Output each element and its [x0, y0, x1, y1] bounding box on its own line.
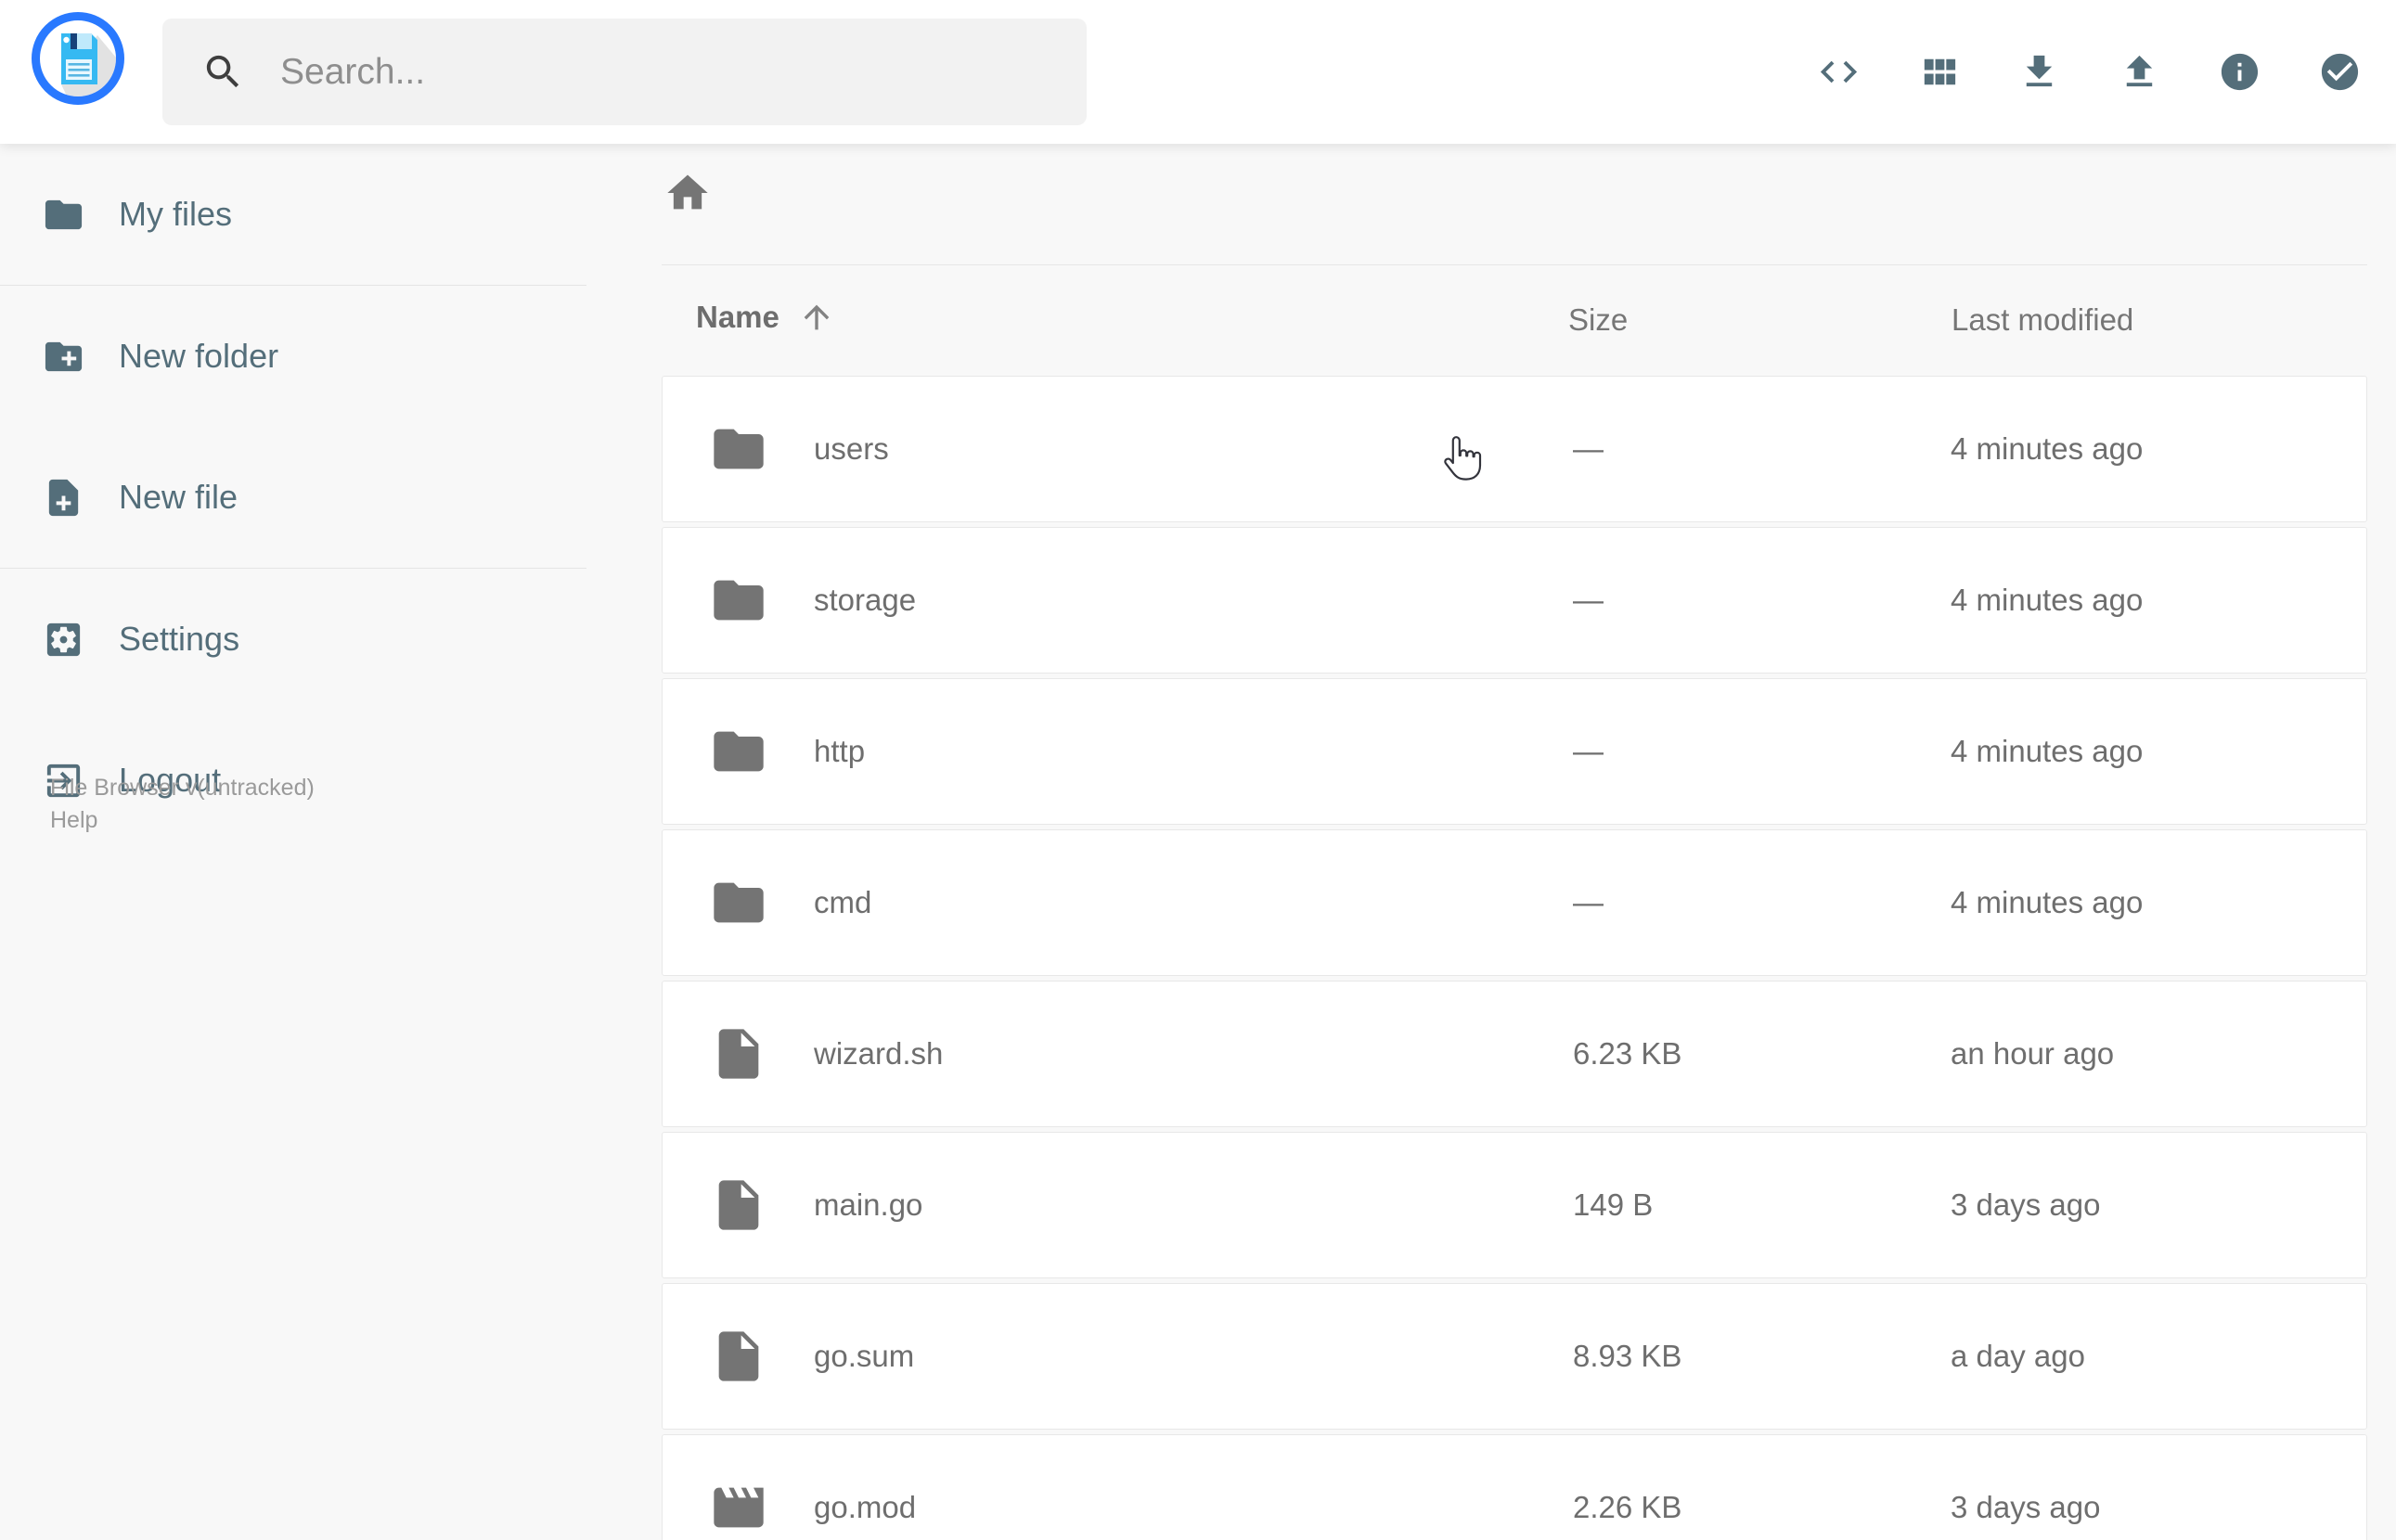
column-header-size[interactable]: Size	[1568, 302, 1628, 338]
create-new-folder-icon	[42, 335, 85, 379]
grid-icon	[1917, 50, 1961, 94]
sidebar-item-label: My files	[119, 195, 233, 233]
sidebar-item-label: New folder	[119, 337, 279, 375]
file-size: 149 B	[1573, 1187, 1654, 1222]
download-button[interactable]	[2008, 42, 2069, 103]
sidebar-item-new-folder[interactable]: New folder	[0, 286, 586, 427]
search-icon	[201, 50, 245, 94]
file-size: 6.23 KB	[1573, 1036, 1682, 1071]
file-modified: an hour ago	[1951, 1036, 2115, 1071]
help-link[interactable]: Help	[50, 804, 315, 837]
home-icon	[663, 169, 712, 217]
file-icon	[709, 1175, 768, 1235]
switch-view-button[interactable]	[1808, 42, 1869, 103]
sidebar-item-label: New file	[119, 478, 238, 516]
file-size: 2.26 KB	[1573, 1490, 1682, 1524]
sidebar-item-settings[interactable]: Settings	[0, 569, 586, 710]
file-modified: 4 minutes ago	[1951, 583, 2144, 617]
file-icon	[709, 1024, 768, 1084]
check-circle-icon	[2318, 50, 2362, 94]
code-icon	[1817, 50, 1861, 94]
folder-row[interactable]: storage — 4 minutes ago	[662, 527, 2367, 674]
file-browser-logo	[31, 11, 125, 106]
top-bar	[0, 0, 2396, 144]
sidebar-item-label: Settings	[119, 620, 240, 658]
file-size: 8.93 KB	[1573, 1339, 1682, 1373]
file-row[interactable]: go.sum 8.93 KB a day ago	[662, 1283, 2367, 1430]
sort-ascending-icon	[798, 299, 835, 336]
file-size: —	[1573, 583, 1604, 617]
view-mode-button[interactable]	[1908, 42, 1969, 103]
folder-icon	[709, 873, 768, 932]
file-row[interactable]: wizard.sh 6.23 KB an hour ago	[662, 981, 2367, 1127]
sidebar: My files New folder New file Settings Logout	[0, 144, 586, 1540]
select-multiple-button[interactable]	[2309, 42, 2370, 103]
file-name: users	[814, 431, 889, 466]
toolbar-actions	[1769, 0, 2370, 144]
folder-row[interactable]: cmd — 4 minutes ago	[662, 829, 2367, 976]
file-name: wizard.sh	[814, 1036, 944, 1071]
info-icon	[2218, 50, 2261, 94]
file-row[interactable]: main.go 149 B 3 days ago	[662, 1132, 2367, 1278]
file-icon	[709, 1327, 768, 1386]
note-add-icon	[42, 476, 85, 520]
movie-icon	[709, 1478, 768, 1537]
column-name-label: Name	[696, 300, 779, 334]
file-name: http	[814, 734, 866, 768]
file-name: go.mod	[814, 1490, 917, 1524]
sidebar-footer: File Browser v(untracked) Help	[50, 772, 315, 837]
file-modified: a day ago	[1951, 1339, 2085, 1373]
settings-icon	[42, 618, 85, 661]
file-modified: 4 minutes ago	[1951, 885, 2144, 919]
listing-header: Name Size Last modified	[662, 264, 2367, 376]
file-size: —	[1573, 431, 1604, 466]
folder-icon	[709, 722, 768, 781]
folder-icon	[709, 419, 768, 479]
file-name: main.go	[814, 1187, 923, 1222]
file-modified: 4 minutes ago	[1951, 431, 2144, 466]
file-modified: 3 days ago	[1951, 1187, 2101, 1222]
upload-icon	[2118, 50, 2161, 94]
folder-icon	[42, 193, 85, 237]
upload-button[interactable]	[2108, 42, 2170, 103]
breadcrumb-home-button[interactable]	[662, 168, 714, 220]
file-row[interactable]: go.mod 2.26 KB 3 days ago	[662, 1434, 2367, 1540]
column-header-name[interactable]: Name	[696, 299, 835, 336]
sidebar-item-my-files[interactable]: My files	[0, 144, 586, 285]
sidebar-item-new-file[interactable]: New file	[0, 427, 586, 568]
folder-row[interactable]: users — 4 minutes ago	[662, 376, 2367, 522]
column-header-modified[interactable]: Last modified	[1952, 302, 2133, 338]
file-size: —	[1573, 885, 1604, 919]
file-modified: 4 minutes ago	[1951, 734, 2144, 768]
download-icon	[2017, 50, 2061, 94]
folder-icon	[709, 571, 768, 630]
file-listing-area: Name Size Last modified users — 4 minutes …	[586, 144, 2396, 1540]
app-version-text: File Browser v(untracked)	[50, 775, 315, 801]
search-input[interactable]	[280, 51, 1087, 93]
file-name: storage	[814, 583, 917, 617]
file-name: cmd	[814, 885, 872, 919]
file-name: go.sum	[814, 1339, 915, 1373]
file-list: users — 4 minutes ago storage — 4 minutes ago…	[662, 376, 2367, 1540]
file-size: —	[1573, 734, 1604, 768]
folder-row[interactable]: http — 4 minutes ago	[662, 678, 2367, 825]
file-modified: 3 days ago	[1951, 1490, 2101, 1524]
search-bar[interactable]	[162, 19, 1087, 125]
info-button[interactable]	[2209, 42, 2270, 103]
